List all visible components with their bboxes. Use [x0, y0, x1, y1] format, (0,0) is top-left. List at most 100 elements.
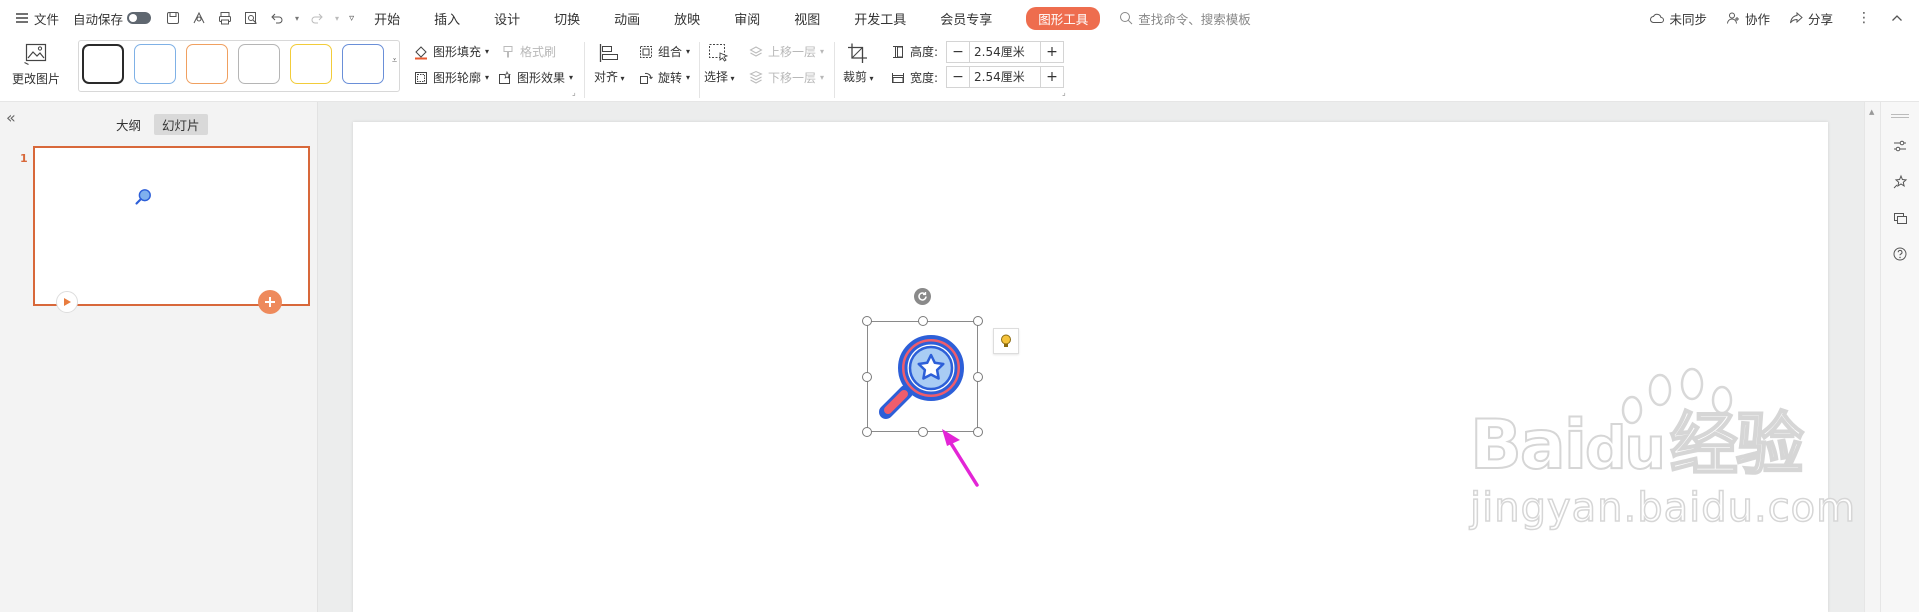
- resize-handle-top-left[interactable]: [862, 316, 872, 326]
- group-label: 组合: [658, 45, 683, 59]
- tab-view[interactable]: 视图: [794, 9, 820, 28]
- tab-member[interactable]: 会员专享: [940, 9, 992, 28]
- rotate-arrow-icon: [918, 292, 927, 301]
- gallery-more-icon[interactable]: ⩡: [392, 56, 397, 66]
- rotate-button[interactable]: 旋转 ▾: [638, 69, 690, 86]
- selected-shape[interactable]: [867, 321, 978, 432]
- slide-canvas[interactable]: Baidu经验 jingyan.baidu.com: [353, 122, 1856, 612]
- search-icon: [1118, 10, 1134, 26]
- shape-effect-button[interactable]: 图形效果 ▾: [497, 69, 573, 86]
- tab-design[interactable]: 设计: [494, 9, 520, 28]
- width-decrement-button[interactable]: −: [947, 67, 969, 87]
- autosave-label: 自动保存: [73, 11, 124, 27]
- autosave-toggle[interactable]: 自动保存: [73, 9, 152, 28]
- shape-style-6[interactable]: [342, 44, 384, 84]
- right-sidebar: [1880, 102, 1919, 612]
- shape-style-3[interactable]: [186, 44, 228, 84]
- collaborate-button[interactable]: 协作: [1725, 9, 1770, 28]
- send-backward-button: 下移一层 ▾: [748, 69, 824, 86]
- height-increment-button[interactable]: +: [1041, 42, 1063, 62]
- shape-style-5[interactable]: [290, 44, 332, 84]
- crop-button[interactable]: 裁剪 ▾: [843, 42, 874, 85]
- more-options-icon[interactable]: ⋮: [1857, 10, 1871, 26]
- width-stepper: − 2.54厘米 +: [946, 66, 1064, 88]
- dialog-launcher-icon[interactable]: ⌟: [572, 88, 576, 97]
- share-button[interactable]: 分享: [1788, 9, 1833, 28]
- width-input[interactable]: 2.54厘米: [969, 67, 1041, 87]
- file-menu-label: 文件: [34, 11, 60, 27]
- shape-outline-label: 图形轮廓: [433, 71, 482, 85]
- rotate-handle[interactable]: [914, 288, 931, 305]
- group-button[interactable]: 组合 ▾: [638, 43, 690, 60]
- tab-transition[interactable]: 切换: [554, 9, 580, 28]
- share-icon: [1788, 10, 1804, 26]
- send-backward-label: 下移一层: [768, 71, 817, 85]
- resize-handle-left[interactable]: [862, 372, 872, 382]
- animation-star-icon[interactable]: [1892, 174, 1908, 190]
- width-increment-button[interactable]: +: [1041, 67, 1063, 87]
- add-slide-button[interactable]: [258, 290, 282, 314]
- shape-fill-button[interactable]: 图形填充 ▾: [413, 43, 489, 60]
- hamburger-icon: [14, 10, 30, 26]
- crop-label: 裁剪: [843, 70, 868, 84]
- tab-insert[interactable]: 插入: [434, 9, 460, 28]
- sync-status[interactable]: 未同步: [1649, 9, 1707, 28]
- height-input[interactable]: 2.54厘米: [969, 42, 1041, 62]
- export-pdf-icon[interactable]: [191, 10, 207, 26]
- undo-dropdown-icon[interactable]: ▾: [295, 14, 299, 23]
- select-button[interactable]: 选择 ▾: [704, 42, 735, 85]
- save-icon[interactable]: [165, 10, 181, 26]
- shape-fill-label: 图形填充: [433, 45, 482, 59]
- width-icon: [890, 70, 906, 86]
- tab-developer[interactable]: 开发工具: [854, 9, 906, 28]
- command-search[interactable]: 查找命令、搜索模板: [1118, 9, 1251, 28]
- send-backward-icon: [748, 70, 764, 86]
- tab-slideshow[interactable]: 放映: [674, 9, 700, 28]
- watermark-brand: Bai: [1469, 406, 1588, 485]
- customize-toolbar-icon[interactable]: ▿: [349, 13, 354, 24]
- properties-sliders-icon[interactable]: [1892, 138, 1908, 154]
- resize-handle-bottom[interactable]: [918, 427, 928, 437]
- tab-home[interactable]: 开始: [374, 9, 400, 28]
- file-menu[interactable]: 文件: [14, 9, 59, 28]
- watermark-brand-cn: 经验: [1669, 406, 1805, 485]
- collab-label: 协作: [1744, 11, 1770, 27]
- play-slide-button[interactable]: [56, 291, 78, 313]
- print-icon[interactable]: [217, 10, 233, 26]
- height-stepper: − 2.54厘米 +: [946, 41, 1064, 63]
- collapse-ribbon-icon[interactable]: [1889, 10, 1905, 26]
- height-decrement-button[interactable]: −: [947, 42, 969, 62]
- resize-handle-top[interactable]: [918, 316, 928, 326]
- slide-transition-icon[interactable]: [1892, 210, 1908, 226]
- change-picture-button[interactable]: 更改图片: [12, 42, 60, 87]
- ribbon-separator: [834, 42, 835, 98]
- scroll-up-arrow-icon[interactable]: ▲: [1869, 108, 1874, 116]
- lightbulb-icon: [1001, 334, 1011, 347]
- collapse-panel-icon[interactable]: «: [6, 108, 16, 127]
- tab-review[interactable]: 审阅: [734, 9, 760, 28]
- shape-style-2[interactable]: [134, 44, 176, 84]
- tab-outline[interactable]: 大纲: [108, 114, 149, 135]
- tab-slides[interactable]: 幻灯片: [154, 114, 208, 135]
- vertical-scrollbar[interactable]: ▲: [1864, 102, 1880, 612]
- align-button[interactable]: 对齐 ▾: [594, 42, 625, 85]
- resize-handle-bottom-left[interactable]: [862, 427, 872, 437]
- plus-icon: [265, 297, 275, 307]
- size-dialog-launcher-icon[interactable]: ⌟: [1062, 88, 1066, 97]
- shape-style-1[interactable]: [82, 44, 124, 84]
- sync-label: 未同步: [1669, 11, 1707, 27]
- bring-forward-button: 上移一层 ▾: [748, 43, 824, 60]
- resize-handle-right[interactable]: [973, 372, 983, 382]
- shape-effect-icon: [497, 70, 513, 86]
- tab-animation[interactable]: 动画: [614, 9, 640, 28]
- slide-thumbnail[interactable]: [33, 146, 310, 306]
- shape-outline-button[interactable]: 图形轮廓 ▾: [413, 69, 489, 86]
- shape-style-4[interactable]: [238, 44, 280, 84]
- smart-suggestion-button[interactable]: [993, 328, 1019, 354]
- undo-icon[interactable]: [269, 10, 285, 26]
- help-icon[interactable]: [1892, 246, 1908, 262]
- tab-shape-tools[interactable]: 图形工具: [1026, 6, 1101, 30]
- select-label: 选择: [704, 70, 729, 84]
- print-preview-icon[interactable]: [243, 10, 259, 26]
- resize-handle-top-right[interactable]: [973, 316, 983, 326]
